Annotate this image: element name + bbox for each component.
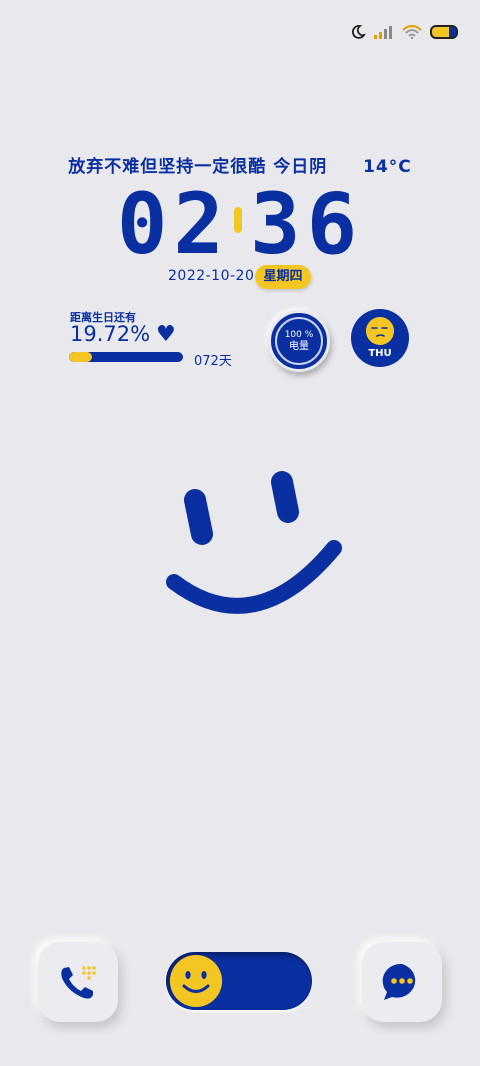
birthday-progress-bar <box>69 352 183 362</box>
phone-button[interactable] <box>38 942 118 1022</box>
clock-separator <box>234 207 242 234</box>
battery-label: 电量 <box>289 340 309 352</box>
smile-face-illustration <box>166 471 342 614</box>
clock-minute: 36 <box>250 175 364 273</box>
status-bar <box>350 18 458 46</box>
message-button[interactable] <box>362 942 442 1022</box>
date-text: 2022-10-20 <box>168 268 255 284</box>
wifi-icon <box>402 25 422 39</box>
birthday-days: 072天 <box>194 354 232 369</box>
battery-percent: 100 % <box>284 329 314 340</box>
battery-ring: 100 % 电量 <box>275 317 323 365</box>
battery-widget[interactable]: 100 % 电量 <box>268 310 330 372</box>
weekday-widget[interactable]: THU <box>351 309 409 367</box>
heart-icon: ♥ <box>156 322 176 347</box>
sleepy-face-icon <box>366 317 394 345</box>
battery-icon <box>430 25 458 39</box>
clock-hour: 02 <box>116 175 230 273</box>
message-icon <box>382 963 416 1000</box>
motto-text: 放弃不难但坚持一定很酷 今日阴 <box>68 157 328 177</box>
smile-face-icon <box>170 955 222 1007</box>
birthday-percent: 19.72% <box>70 322 151 346</box>
signal-icon <box>374 26 392 39</box>
motto-weather: 放弃不难但坚持一定很酷 今日阴 14°C <box>0 152 480 177</box>
clock: 02 36 <box>0 182 480 266</box>
weekday-badge: 星期四 <box>255 265 311 289</box>
weekday-label: THU <box>368 348 392 359</box>
phone-icon <box>61 966 96 999</box>
temperature: 14°C <box>363 157 412 177</box>
moon-icon <box>351 25 366 39</box>
birthday-progress-fill <box>69 352 92 362</box>
smile-toggle[interactable] <box>166 952 312 1010</box>
